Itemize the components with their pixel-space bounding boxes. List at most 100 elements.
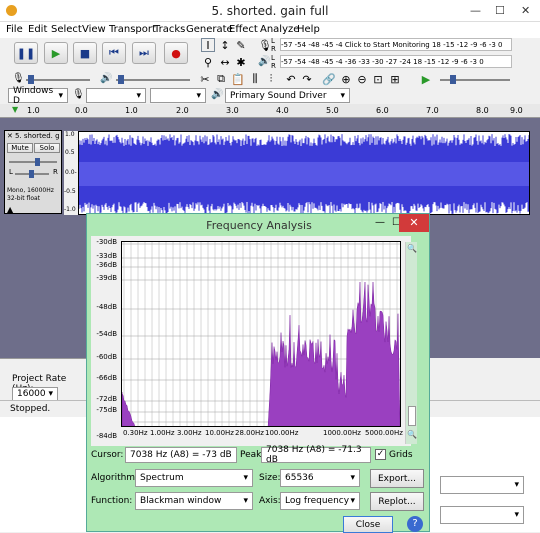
zoom-in-icon[interactable]: ⊕: [339, 72, 353, 86]
axis-label: Axis:: [259, 496, 281, 506]
pan-right-label: R: [53, 168, 58, 176]
copy-icon[interactable]: ⧉: [214, 72, 228, 86]
spectrum-graphic: [122, 242, 400, 426]
zoom-out-icon[interactable]: 🔍: [407, 430, 417, 439]
solo-button[interactable]: Solo: [34, 143, 60, 153]
replot-button[interactable]: Replot...: [370, 492, 424, 511]
playback-volume-slider[interactable]: [116, 75, 190, 84]
mic-icon: 🎙: [258, 39, 272, 52]
stop-button[interactable]: ■: [73, 42, 97, 64]
skip-end-button[interactable]: ⏭: [132, 42, 156, 64]
plot-frame: -30dB -33dB -36dB -39dB -48dB -54dB -60dB -66dB…: [91, 236, 411, 458]
menu-tracks[interactable]: Tracks: [154, 24, 185, 35]
gain-slider[interactable]: [9, 158, 57, 166]
menu-help[interactable]: Help: [297, 24, 320, 35]
zoom-in-icon[interactable]: 🔍: [407, 244, 417, 253]
timeline-ruler[interactable]: ▼ 1.0 0.0 1.0 2.0 3.0 4.0 5.0 6.0 7.0 8.…: [0, 104, 540, 118]
project-rate-value: 16000: [17, 389, 46, 399]
collapse-icon[interactable]: ▲: [7, 205, 13, 214]
menu-analyze[interactable]: Analyze: [260, 24, 299, 35]
envelope-tool-icon[interactable]: ↕: [218, 38, 232, 52]
fit-project-icon[interactable]: ⊞: [388, 72, 402, 86]
audio-host-select[interactable]: Windows D ▾: [8, 85, 68, 106]
algorithm-select[interactable]: Spectrum ▾: [135, 469, 253, 487]
playback-device-icon: 🔊: [211, 89, 224, 100]
minimize-button[interactable]: —: [470, 4, 481, 17]
project-rate-select[interactable]: 16000 ▾: [12, 387, 58, 401]
size-select[interactable]: 65536 ▾: [280, 469, 360, 487]
menu-transport[interactable]: Transport: [109, 24, 156, 35]
track-info-format: Mono, 16000Hz: [7, 187, 54, 194]
frequency-label: 100.00Hz: [265, 429, 299, 437]
dialog-minimize-button[interactable]: —: [375, 217, 385, 228]
spectrum-plot[interactable]: [121, 241, 401, 427]
background-select-2[interactable]: ▾: [440, 506, 524, 524]
grids-checkbox[interactable]: ✓: [375, 449, 386, 460]
pan-slider[interactable]: [15, 170, 49, 178]
chevron-down-icon: ▾: [243, 496, 248, 506]
menu-view[interactable]: View: [82, 24, 106, 35]
track-close-icon[interactable]: ✕: [7, 132, 13, 140]
menu-generate[interactable]: Generate: [186, 24, 233, 35]
waveform[interactable]: [78, 131, 530, 215]
multi-tool-icon[interactable]: ✱: [234, 55, 248, 69]
function-select[interactable]: Blackman window ▾: [135, 492, 253, 510]
draw-tool-icon[interactable]: ✎: [234, 38, 248, 52]
silence-icon[interactable]: ⫶: [264, 72, 278, 86]
mute-button[interactable]: Mute: [7, 143, 33, 153]
chevron-down-icon: ▾: [514, 510, 519, 520]
menu-effect[interactable]: Effect: [229, 24, 258, 35]
db-label: -48dB: [96, 303, 117, 311]
help-button[interactable]: ?: [407, 516, 423, 532]
vertical-scrollbar[interactable]: 🔍 🔍: [405, 242, 417, 444]
recording-volume-slider[interactable]: [26, 75, 90, 84]
recording-device-select[interactable]: ▾: [86, 88, 146, 103]
selection-tool-icon[interactable]: I: [201, 38, 215, 52]
close-window-button[interactable]: ✕: [521, 4, 530, 17]
track-info-depth: 32-bit float: [7, 195, 41, 202]
export-button[interactable]: Export...: [370, 469, 424, 488]
menu-edit[interactable]: Edit: [28, 24, 47, 35]
scale-label: 0.5: [65, 149, 75, 156]
menu-select[interactable]: Select: [51, 24, 82, 35]
zoom-slider-thumb[interactable]: [408, 406, 416, 426]
record-button[interactable]: ●: [164, 42, 188, 64]
menu-file[interactable]: File: [6, 24, 23, 35]
frequency-label: 0.30Hz: [123, 429, 148, 437]
paste-icon[interactable]: 📋: [231, 72, 245, 86]
chevron-down-icon: ▾: [350, 496, 355, 506]
recording-channels-select[interactable]: ▾: [150, 88, 206, 103]
record-meter[interactable]: -57 -54 -48 -45 -4 Click to Start Monito…: [280, 38, 512, 51]
pause-button[interactable]: ❚❚: [14, 42, 38, 64]
chevron-down-icon: ▾: [340, 90, 345, 101]
db-label: -84dB: [96, 432, 117, 440]
axis-select[interactable]: Log frequency ▾: [280, 492, 360, 510]
background-select[interactable]: ▾: [440, 476, 524, 494]
sync-lock-icon[interactable]: 🔗: [322, 72, 336, 86]
cut-icon[interactable]: ✂: [198, 72, 212, 86]
db-label: -72dB: [96, 395, 117, 403]
fit-selection-icon[interactable]: ⊡: [371, 72, 385, 86]
track-name[interactable]: 5. shorted. g: [15, 132, 60, 140]
audio-host-value: Windows D: [13, 85, 54, 106]
skip-start-button[interactable]: ⏮: [102, 42, 126, 64]
play-button[interactable]: ▶: [44, 42, 68, 64]
db-axis: -30dB -33dB -36dB -39dB -48dB -54dB -60dB -66dB…: [91, 238, 119, 456]
dialog-close-x-button[interactable]: ✕: [399, 214, 429, 232]
zoom-tool-icon[interactable]: ⚲: [201, 55, 215, 69]
db-label: -66dB: [96, 374, 117, 382]
timeshift-tool-icon[interactable]: ↔: [218, 55, 232, 69]
trim-icon[interactable]: ⫼: [248, 72, 262, 86]
play-speed-slider[interactable]: [440, 75, 510, 84]
play-at-speed-icon[interactable]: ▶: [419, 72, 433, 86]
zoom-out-icon[interactable]: ⊖: [355, 72, 369, 86]
playback-device-select[interactable]: Primary Sound Driver ▾: [225, 88, 350, 103]
redo-icon[interactable]: ↷: [300, 72, 314, 86]
close-button[interactable]: Close: [343, 516, 393, 533]
undo-icon[interactable]: ↶: [284, 72, 298, 86]
cursor-value: 7038 Hz (A8) = -73 dB: [130, 450, 232, 460]
maximize-button[interactable]: ☐: [495, 4, 505, 17]
ruler-label: 9.0: [510, 106, 523, 115]
ruler-label: 1.0: [125, 106, 138, 115]
playback-meter[interactable]: -57 -54 -48 -45 -4 -36 -33 -30 -27 -24 1…: [280, 55, 512, 68]
